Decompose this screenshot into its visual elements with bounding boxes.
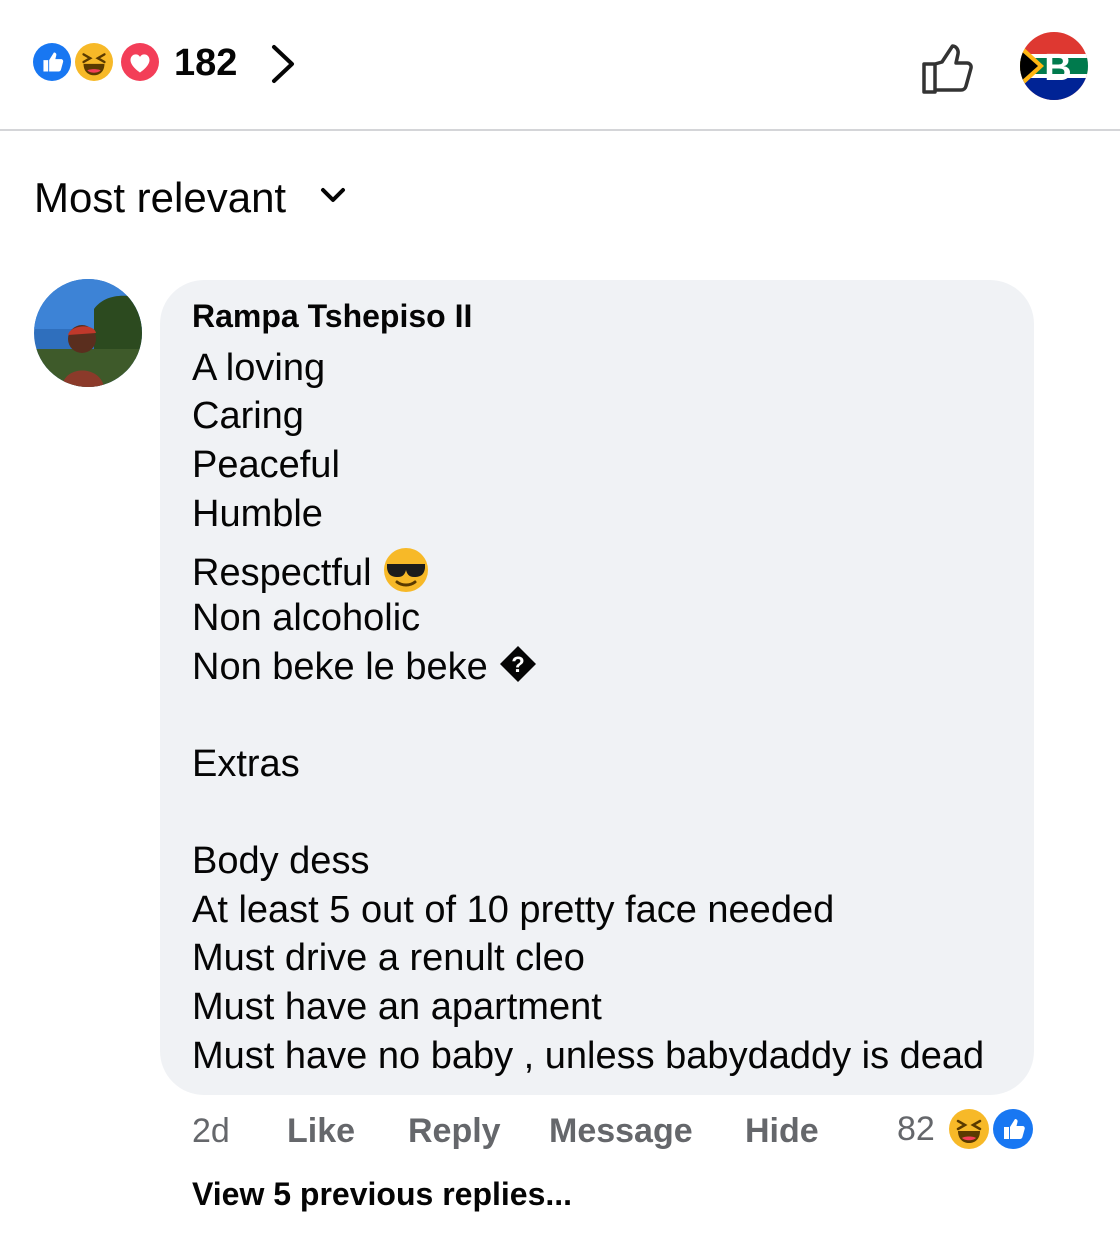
hide-action-button[interactable]: Hide	[745, 1112, 819, 1156]
unknown-glyph-icon: ?	[498, 644, 538, 694]
comment-line: Non alcoholic	[192, 597, 421, 639]
comment-line: Humble	[192, 493, 323, 535]
comment-line: Caring	[192, 395, 304, 437]
comment-reaction-count[interactable]: 82	[897, 1110, 935, 1149]
reply-action-button[interactable]: Reply	[408, 1112, 501, 1156]
comment-line: Peaceful	[192, 444, 340, 486]
comment-line: Must have an apartment	[192, 986, 602, 1028]
comment-author[interactable]: Rampa Tshepiso II	[192, 298, 472, 335]
haha-reaction-icon	[946, 1106, 992, 1152]
chevron-down-icon	[318, 184, 348, 208]
reactions-header: 182 B	[0, 0, 1120, 131]
reaction-count[interactable]: 182	[174, 42, 237, 85]
comment-line-with-emoji: Non beke le beke?	[192, 644, 538, 694]
comment-line: Must drive a renult cleo	[192, 937, 585, 979]
comment-line: Extras	[192, 743, 300, 785]
love-reaction-icon	[118, 40, 162, 84]
comment-line-text: Respectful	[192, 552, 372, 595]
like-reaction-icon	[30, 40, 74, 84]
sort-label: Most relevant	[34, 174, 287, 221]
comment-line: Body dess	[192, 840, 370, 882]
haha-reaction-icon	[72, 40, 116, 84]
comment-line: A loving	[192, 347, 326, 389]
svg-text:B: B	[1044, 47, 1071, 89]
commenter-avatar[interactable]	[34, 279, 142, 387]
post-reactions-summary[interactable]	[30, 40, 162, 90]
chevron-right-icon[interactable]	[268, 42, 300, 86]
like-button-icon[interactable]	[920, 38, 980, 96]
svg-text:?: ?	[511, 652, 524, 677]
comment-line-text: Non beke le beke	[192, 646, 488, 689]
comment-line: Must have no baby , unless babydaddy is …	[192, 1035, 985, 1077]
view-previous-replies-link[interactable]: View 5 previous replies...	[192, 1176, 572, 1213]
comment-timestamp[interactable]: 2d	[192, 1112, 230, 1156]
like-reaction-icon	[990, 1106, 1036, 1152]
page-avatar[interactable]: B	[1020, 32, 1088, 100]
message-action-button[interactable]: Message	[549, 1112, 693, 1156]
comment-line: At least 5 out of 10 pretty face needed	[192, 889, 835, 931]
like-action-button[interactable]: Like	[287, 1112, 355, 1156]
